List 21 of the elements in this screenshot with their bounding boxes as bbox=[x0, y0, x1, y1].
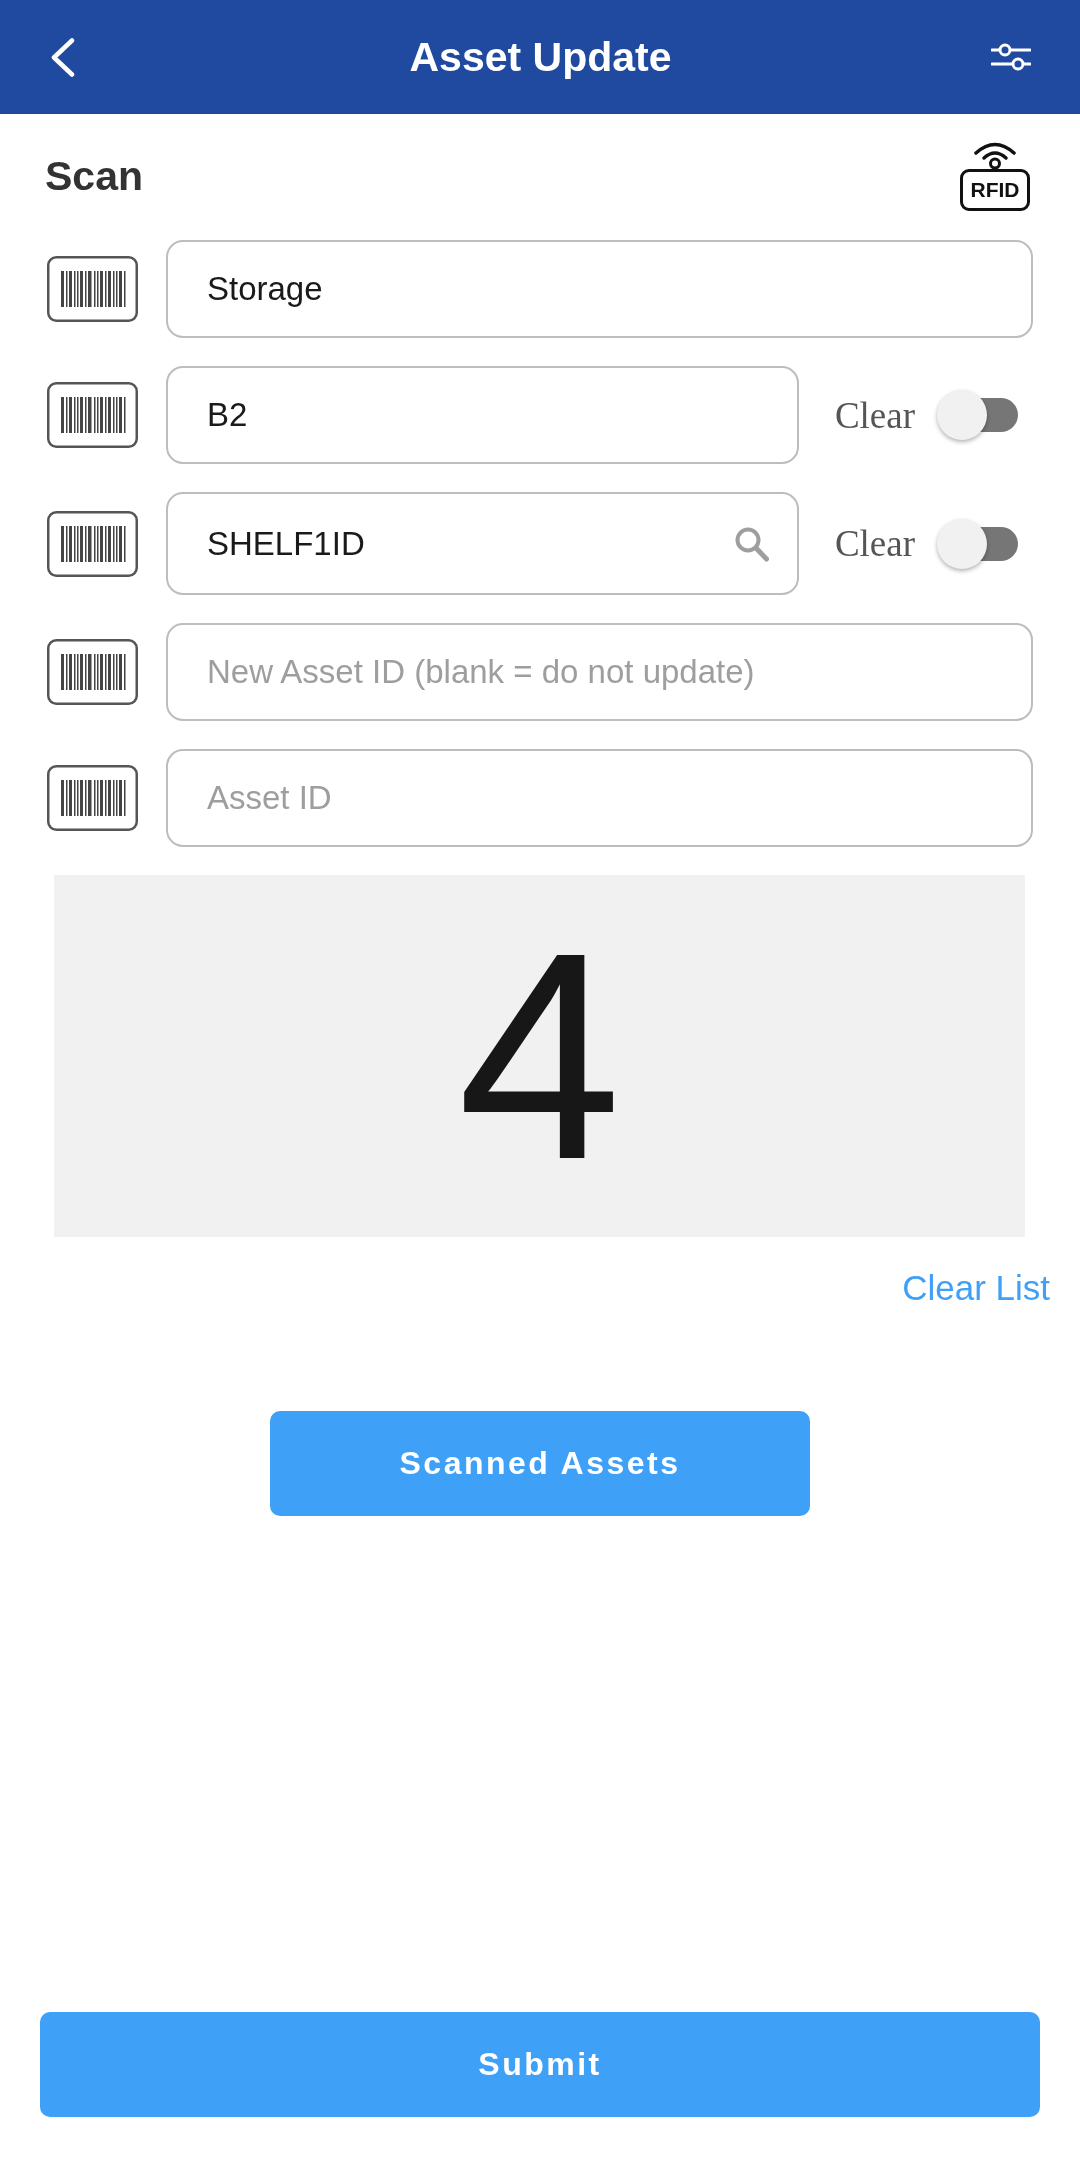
input-field[interactable]: B2 bbox=[166, 366, 799, 464]
barcode-icon[interactable] bbox=[47, 382, 138, 448]
barcode-icon[interactable] bbox=[47, 510, 138, 577]
toggle-label: Clear bbox=[834, 393, 915, 437]
input-field[interactable]: Storage bbox=[166, 240, 1033, 338]
barcode-icon[interactable] bbox=[47, 765, 138, 831]
section-title: Scan bbox=[45, 152, 143, 200]
input-field[interactable]: Asset ID bbox=[166, 749, 1033, 847]
wireless-signal-icon bbox=[973, 141, 1017, 169]
barcode-icon[interactable] bbox=[47, 639, 138, 705]
sliders-icon[interactable] bbox=[991, 42, 1031, 72]
clear-toggle[interactable] bbox=[937, 518, 1018, 569]
barcode-icon[interactable] bbox=[47, 256, 138, 322]
back-icon[interactable] bbox=[50, 37, 75, 77]
search-field[interactable]: SHELF1ID bbox=[166, 492, 799, 595]
count-value: 4 bbox=[457, 908, 622, 1204]
clear-toggle[interactable] bbox=[937, 390, 1018, 440]
toggle-label: Clear bbox=[834, 522, 915, 565]
header-title: Asset Update bbox=[409, 33, 672, 81]
search-icon[interactable] bbox=[733, 525, 769, 562]
input-field[interactable]: New Asset ID (blank = do not update) bbox=[166, 623, 1033, 721]
